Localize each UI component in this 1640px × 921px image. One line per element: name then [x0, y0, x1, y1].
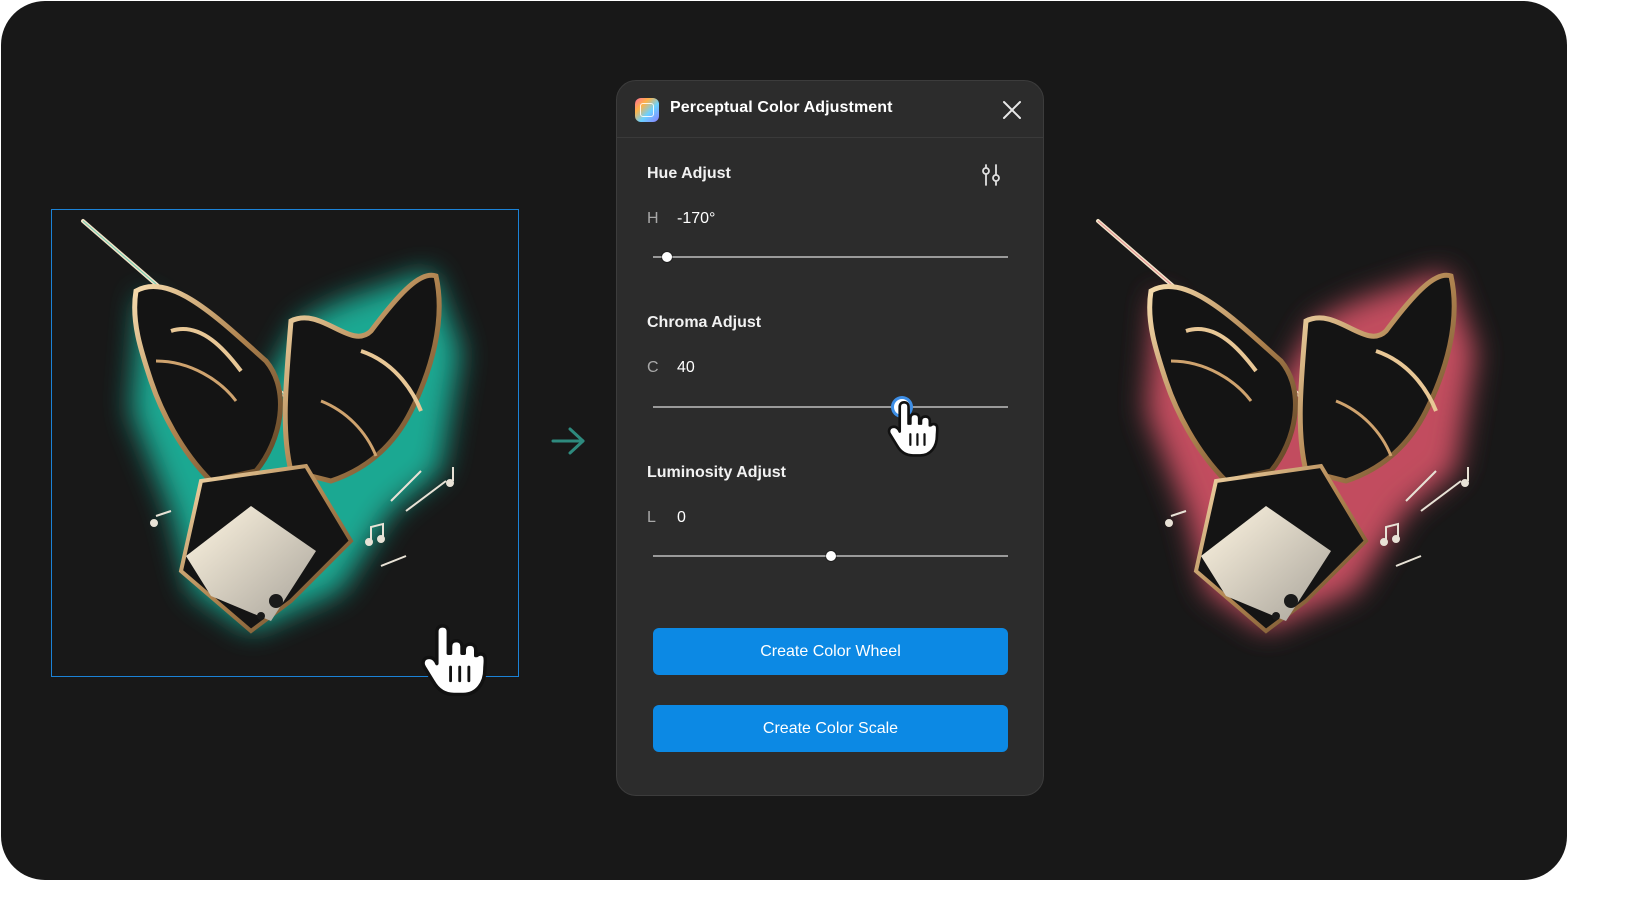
chroma-prefix: C [647, 359, 659, 376]
hue-prefix: H [647, 210, 659, 227]
create-color-wheel-button[interactable]: Create Color Wheel [653, 628, 1008, 675]
hue-slider-thumb[interactable] [662, 252, 673, 262]
luminosity-section-title: Luminosity Adjust [647, 464, 786, 481]
arrow-right-icon [551, 427, 585, 455]
design-canvas: Perceptual Color Adjustment Hue Adjust H… [1, 1, 1567, 880]
hand-pointer-icon [883, 397, 943, 459]
luminosity-slider-thumb[interactable] [825, 551, 836, 561]
create-color-scale-button[interactable]: Create Color Scale [653, 705, 1008, 752]
after-image [1076, 211, 1526, 671]
before-image[interactable] [61, 211, 511, 671]
luminosity-prefix: L [647, 509, 656, 526]
app-icon [635, 98, 659, 122]
close-icon[interactable] [997, 95, 1027, 125]
screenshot-stage: Perceptual Color Adjustment Hue Adjust H… [0, 0, 1640, 921]
plugin-panel: Perceptual Color Adjustment Hue Adjust H… [616, 80, 1044, 796]
panel-header: Perceptual Color Adjustment [617, 81, 1043, 138]
hue-slider-track [653, 256, 1008, 258]
hue-value[interactable]: -170° [677, 210, 715, 228]
luminosity-value[interactable]: 0 [677, 509, 686, 527]
luminosity-slider[interactable] [653, 546, 1008, 566]
hue-section-title: Hue Adjust [647, 165, 731, 182]
panel-title: Perceptual Color Adjustment [670, 99, 893, 116]
chroma-slider-track [653, 406, 1008, 408]
chroma-section-title: Chroma Adjust [647, 314, 762, 331]
chroma-value[interactable]: 40 [677, 359, 695, 377]
hand-pointer-icon [419, 619, 489, 699]
tune-sliders-icon[interactable] [979, 163, 1003, 187]
chroma-slider[interactable] [653, 397, 1008, 417]
hue-slider[interactable] [653, 247, 1008, 267]
